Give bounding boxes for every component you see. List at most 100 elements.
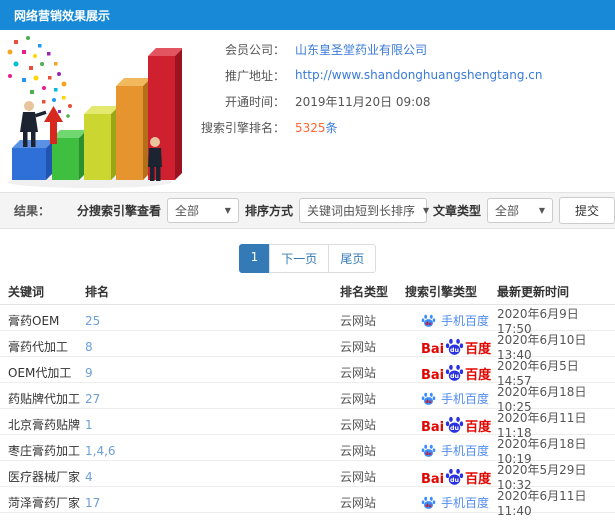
- sort-filter-label: 排序方式: [244, 204, 293, 218]
- article-type-label: 文章类型: [432, 204, 481, 218]
- svg-text:du: du: [450, 425, 459, 432]
- keyword-cell: 膏药OEM: [8, 314, 60, 328]
- rank-link[interactable]: 27: [85, 392, 340, 406]
- rank-link[interactable]: 1,4,6: [85, 444, 340, 458]
- table-row: 枣庄膏药加工 1,4,6 云网站 du 手机百度 2020年6月18日 10:1…: [0, 435, 615, 466]
- opened-label: 开通时间：: [224, 94, 285, 109]
- table-row: 医疗器械厂家 4 云网站 Bai du 百度 2020年5月29日 10:32: [0, 461, 615, 492]
- table-row: 膏药代加工 8 云网站 Bai du 百度 2020年6月10日 13:40: [0, 331, 615, 362]
- baidu-paw-icon: du: [421, 444, 436, 457]
- info-row-company: 会员公司： 山东皇圣堂药业有限公司: [183, 36, 613, 62]
- keyword-rank-table: 关键词 排名 排名类型 搜索引擎类型 最新更新时间 膏药OEM 25 云网站 d…: [0, 278, 615, 518]
- header-engine-type: 搜索引擎类型: [405, 284, 478, 299]
- baidu-logo-cn: 百度: [465, 368, 492, 383]
- article-type-value: 全部: [494, 204, 519, 218]
- mobile-engine: du 手机百度: [421, 390, 489, 407]
- keyword-cell: 菏泽膏药厂家: [8, 496, 81, 510]
- baidu-paw-icon: du: [421, 496, 436, 509]
- header-keyword: 关键词: [8, 284, 45, 299]
- keyword-cell: 北京膏药贴牌: [8, 418, 81, 432]
- rank-count-number: 5325: [295, 120, 326, 135]
- engine-cell: du 手机百度: [405, 494, 497, 511]
- company-link[interactable]: 山东皇圣堂药业有限公司: [295, 41, 427, 58]
- table-row: 北京膏药贴牌 1 云网站 Bai du 百度 2020年6月11日 11:18: [0, 409, 615, 440]
- keyword-cell: 药贴牌代加工: [8, 392, 81, 406]
- chevron-down-icon: ▼: [422, 206, 430, 215]
- baidu-logo-cn: 百度: [465, 342, 492, 357]
- rank-type-cell: 云网站: [340, 496, 377, 510]
- bar-chart-illustration: [7, 36, 182, 188]
- rank-type-cell: 云网站: [340, 340, 377, 354]
- page-title: 网络营销效果展示: [14, 8, 111, 23]
- info-row-rank-count: 搜索引擎排名： 5325条: [183, 114, 613, 140]
- mobile-baidu-label: 手机百度: [441, 444, 490, 458]
- rank-type-cell: 云网站: [340, 470, 377, 484]
- table-header-row: 关键词 排名 排名类型 搜索引擎类型 最新更新时间: [0, 278, 615, 305]
- svg-text:du: du: [450, 373, 459, 380]
- rank-count-unit[interactable]: 条: [326, 121, 338, 135]
- baidu-logo: Bai du 百度: [421, 467, 491, 486]
- rank-type-cell: 云网站: [340, 392, 377, 406]
- svg-text:du: du: [425, 503, 431, 509]
- baidu-paw-icon: du: [421, 392, 436, 405]
- engine-cell: Bai du 百度: [405, 467, 497, 486]
- rank-type-cell: 云网站: [340, 444, 377, 458]
- header-rank: 排名: [85, 284, 110, 299]
- company-info: 会员公司： 山东皇圣堂药业有限公司 推广地址： http://www.shand…: [183, 36, 613, 140]
- engine-cell: du 手机百度: [405, 390, 497, 407]
- baidu-logo-bai: Bai: [421, 420, 445, 435]
- info-section: 会员公司： 山东皇圣堂药业有限公司 推广地址： http://www.shand…: [0, 30, 615, 190]
- rank-type-cell: 云网站: [340, 314, 377, 328]
- baidu-paw-icon: du: [446, 364, 464, 381]
- header-rank-type: 排名类型: [340, 284, 389, 299]
- last-page-button[interactable]: 尾页: [328, 244, 377, 273]
- mobile-baidu-label: 手机百度: [441, 392, 490, 406]
- mobile-engine: du 手机百度: [421, 312, 489, 329]
- svg-text:du: du: [450, 477, 459, 484]
- table-row: 膏药OEM 25 云网站 du 手机百度 2020年6月9日 17:50: [0, 305, 615, 336]
- rank-link[interactable]: 17: [85, 496, 340, 510]
- rank-count-label: 搜索引擎排名：: [200, 120, 285, 135]
- baidu-paw-icon: du: [446, 416, 464, 433]
- article-type-select[interactable]: 全部 ▼: [486, 198, 553, 223]
- svg-text:du: du: [425, 451, 431, 457]
- confetti-dots: [7, 36, 72, 118]
- rank-link[interactable]: 8: [85, 340, 340, 354]
- engine-select[interactable]: 全部 ▼: [166, 198, 239, 223]
- next-page-button[interactable]: 下一页: [269, 244, 330, 273]
- rank-type-cell: 云网站: [340, 418, 377, 432]
- svg-text:du: du: [425, 321, 431, 327]
- pagination: 1 下一页 尾页: [0, 244, 615, 273]
- baidu-paw-icon: du: [446, 338, 464, 355]
- filter-bar: 结果： 分搜索引擎查看 全部 ▼ 排序方式 关键词由短到长排序 ▼ 文章类型 全…: [0, 192, 615, 229]
- baidu-paw-icon: du: [446, 468, 464, 485]
- opened-time: 2019年11月20日 09:08: [295, 94, 431, 109]
- engine-cell: du 手机百度: [405, 312, 497, 329]
- promo-url-link[interactable]: http://www.shandonghuangshengtang.cn: [295, 68, 542, 82]
- chevron-down-icon: ▼: [538, 206, 545, 215]
- mobile-engine: du 手机百度: [421, 494, 489, 511]
- engine-cell: Bai du 百度: [405, 337, 497, 356]
- submit-button[interactable]: 提交: [558, 197, 615, 224]
- rank-link[interactable]: 1: [85, 418, 340, 432]
- updated-time-cell: 2020年6月11日 11:40: [497, 489, 587, 518]
- baidu-logo-cn: 百度: [465, 472, 492, 487]
- header-updated: 最新更新时间: [497, 284, 570, 299]
- svg-text:du: du: [425, 399, 431, 405]
- company-label: 会员公司：: [224, 42, 285, 57]
- baidu-logo-bai: Bai: [421, 472, 445, 487]
- engine-cell: du 手机百度: [405, 442, 497, 459]
- rank-link[interactable]: 9: [85, 366, 340, 380]
- table-row: OEM代加工 9 云网站 Bai du 百度 2020年6月5日 14:57: [0, 357, 615, 388]
- info-row-url: 推广地址： http://www.shandonghuangshengtang.…: [183, 62, 613, 88]
- rank-link[interactable]: 4: [85, 470, 340, 484]
- baidu-logo-bai: Bai: [421, 368, 445, 383]
- page-1-button[interactable]: 1: [238, 244, 271, 273]
- table-row: 菏泽膏药厂家 17 云网站 du 手机百度 2020年6月11日 11:40: [0, 487, 615, 518]
- baidu-logo: Bai du 百度: [421, 337, 491, 356]
- mobile-baidu-label: 手机百度: [441, 314, 490, 328]
- filter-controls: 分搜索引擎查看 全部 ▼ 排序方式 关键词由短到长排序 ▼ 文章类型 全部 ▼ …: [77, 197, 615, 224]
- sort-select[interactable]: 关键词由短到长排序 ▼: [298, 198, 430, 223]
- keyword-cell: 膏药代加工: [8, 340, 69, 354]
- rank-link[interactable]: 25: [85, 314, 340, 328]
